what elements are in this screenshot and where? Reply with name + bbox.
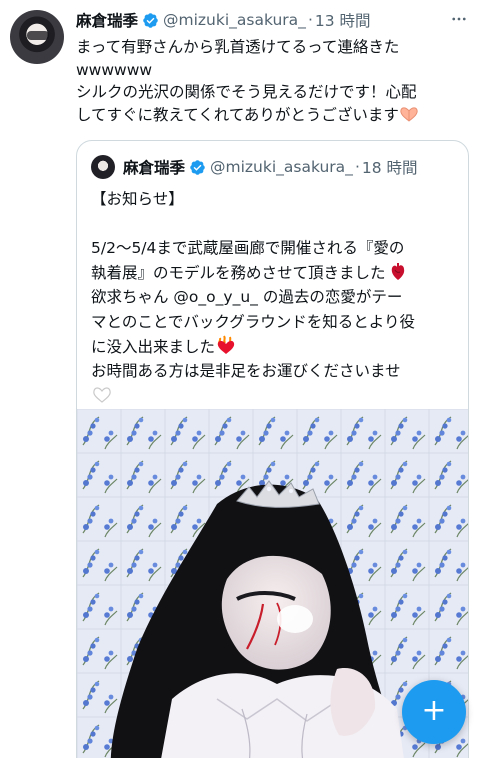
compose-plus-icon: + <box>421 693 447 728</box>
quoted-tweet-header: 麻倉瑞季 @mizuki_asakura_ · 18 時間 <box>91 155 460 179</box>
white-heart-icon <box>93 387 111 403</box>
quoted-display-name: 麻倉瑞季 <box>123 159 186 177</box>
verified-badge-icon <box>190 159 205 175</box>
tweet-text-line: wwwwww <box>76 60 153 79</box>
quoted-text-line: 5/2〜5/4まで武蔵屋画廊で開催される『愛の <box>91 239 405 258</box>
quoted-text-line <box>91 384 461 409</box>
quoted-text-line: お時間ある方は是非足をお運びくださいませ <box>91 362 401 381</box>
quoted-tweet[interactable]: 麻倉瑞季 @mizuki_asakura_ · 18 時間 【お知らせ】 5/2… <box>76 140 469 758</box>
quoted-text-line: に没入出来ました <box>91 335 461 360</box>
verified-badge-icon <box>143 12 158 28</box>
tweet-text-line: シルクの光沢の関係でそう見えるだけです！心配 <box>76 83 417 101</box>
quoted-text-line: 執着展』のモデルを務めさせて頂きました <box>91 261 461 286</box>
quoted-text-line <box>91 212 461 237</box>
heart-hands-icon <box>400 106 418 122</box>
quoted-text-line: 【お知らせ】 <box>91 190 184 208</box>
handle[interactable]: @mizuki_asakura_ <box>163 11 306 29</box>
tweet-header: 麻倉瑞季 @mizuki_asakura_ · 13 時間 <box>76 8 440 32</box>
quoted-text-segment: 執着展』のモデルを務めさせて頂きました <box>91 263 386 282</box>
tweet-text-line: してすぐに教えてくれてありがとうございます <box>76 104 472 127</box>
quoted-text-line: 欲求ちゃん @o_o_y_u_ の過去の恋愛がテー <box>91 288 403 307</box>
compose-button[interactable]: + <box>402 680 466 744</box>
avatar[interactable] <box>10 10 64 64</box>
tweet-text: まって有野さんから乳首透けてるって連絡きた wwwwww シルクの光沢の関係でそ… <box>76 36 472 126</box>
more-options-icon[interactable] <box>450 10 468 28</box>
quoted-text-segment: に没入出来ました <box>91 337 216 356</box>
quoted-tweet-text: 【お知らせ】 5/2〜5/4まで武蔵屋画廊で開催される『愛の 執着展』のモデルを… <box>91 187 461 408</box>
tweet[interactable]: 麻倉瑞季 @mizuki_asakura_ · 13 時間 まって有野さんから乳… <box>0 0 480 758</box>
tweet-text-segment: してすぐに教えてくれてありがとうございます <box>76 105 399 124</box>
quoted-handle: @mizuki_asakura_ <box>210 158 353 176</box>
separator: · <box>307 11 313 29</box>
heart-on-fire-icon <box>217 335 235 354</box>
tweet-text-line: まって有野さんから乳首透けてるって連絡きた <box>76 38 400 56</box>
quoted-avatar <box>91 155 115 179</box>
separator: · <box>354 158 360 176</box>
display-name[interactable]: 麻倉瑞季 <box>76 9 138 31</box>
quoted-timestamp: 18 時間 <box>361 159 418 177</box>
quoted-text-line: マとのことでバックグラウンドを知るとより役 <box>91 312 415 331</box>
anatomical-heart-icon <box>392 262 405 280</box>
timestamp[interactable]: 13 時間 <box>315 9 371 31</box>
